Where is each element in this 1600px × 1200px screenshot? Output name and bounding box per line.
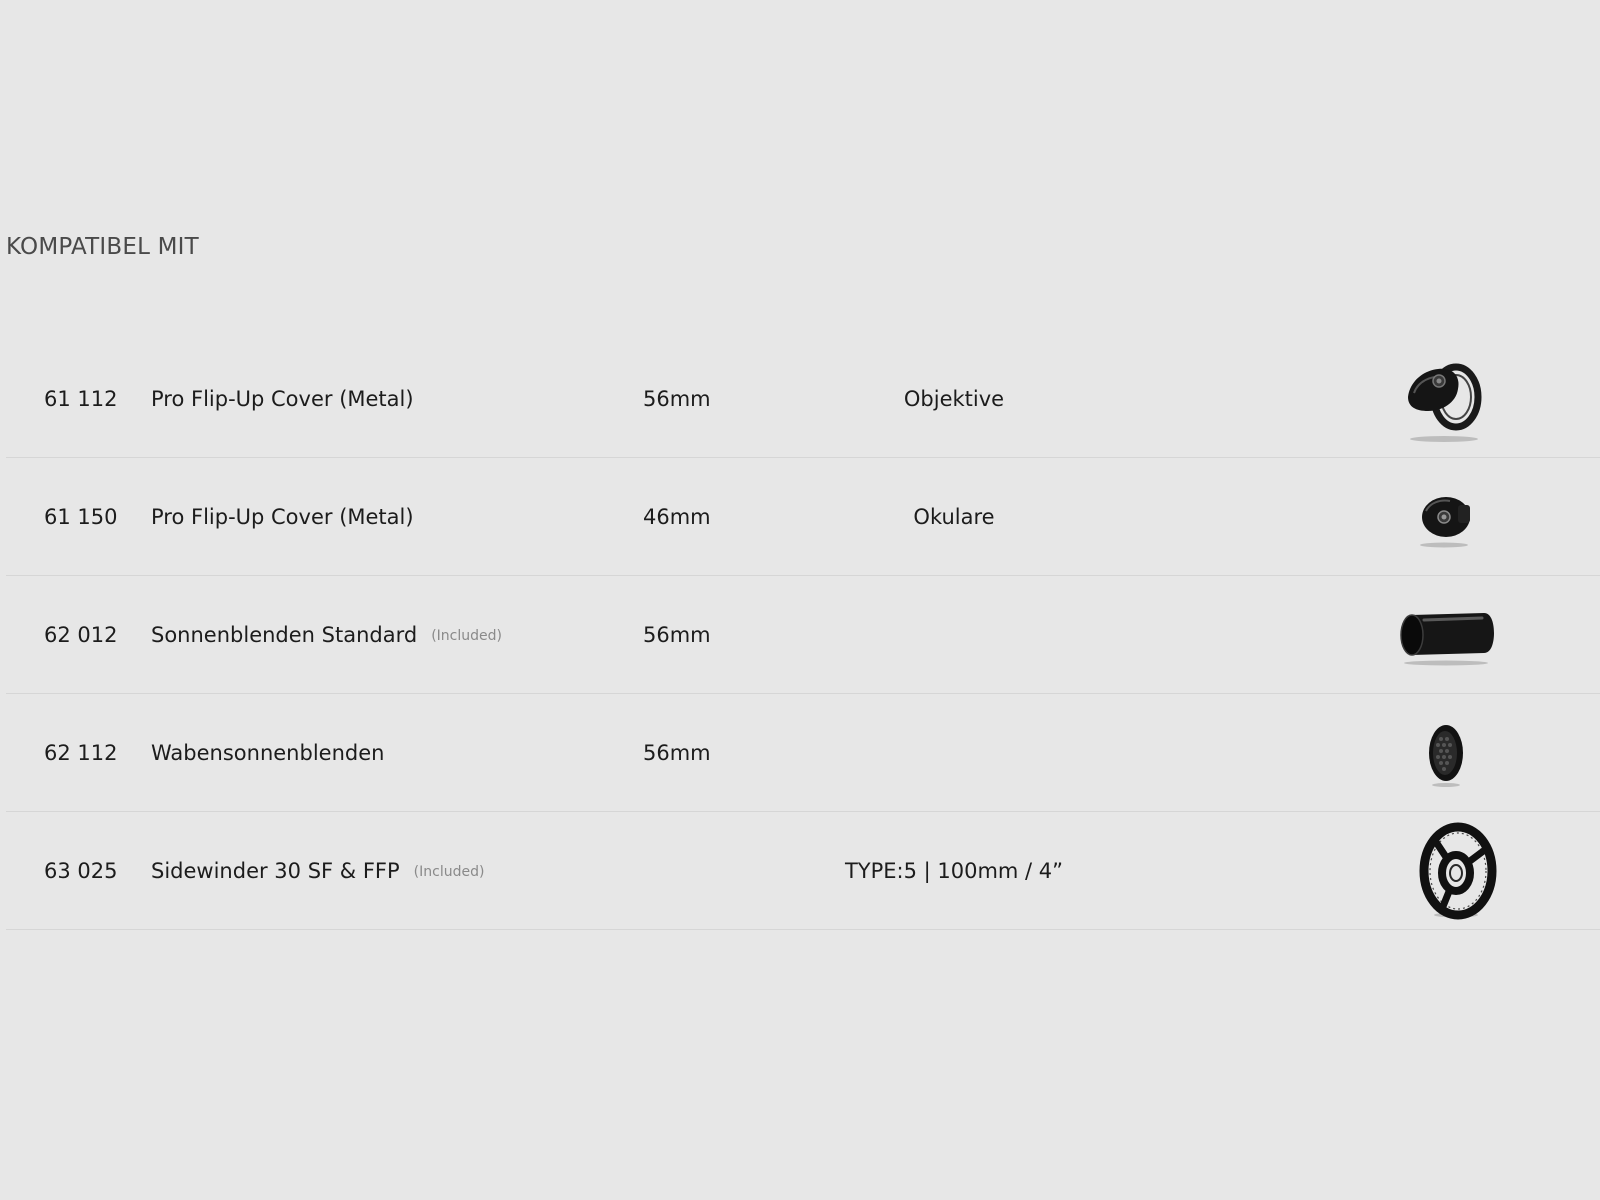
product-name: Sidewinder 30 SF & FFP (Included) bbox=[151, 858, 485, 883]
product-name: Pro Flip-Up Cover (Metal) bbox=[151, 386, 414, 411]
product-size: 46mm bbox=[643, 504, 711, 529]
product-size: 56mm bbox=[643, 740, 711, 765]
product-type: Objektive bbox=[903, 386, 1005, 411]
product-size: 56mm bbox=[643, 622, 711, 647]
product-name: Sonnenblenden Standard (Included) bbox=[151, 622, 502, 647]
product-type: Okulare bbox=[913, 504, 995, 529]
article-number: 61 112 bbox=[44, 386, 118, 411]
table-row: 61 112 Pro Flip-Up Cover (Metal) 56mm Ob… bbox=[6, 340, 1600, 458]
flip-up-cover-small-icon bbox=[1384, 467, 1500, 567]
flip-up-cover-large-icon bbox=[1384, 349, 1500, 449]
table-row: 61 150 Pro Flip-Up Cover (Metal) 46mm Ok… bbox=[6, 458, 1600, 576]
article-number: 61 150 bbox=[44, 504, 118, 529]
included-note: (Included) bbox=[431, 627, 502, 644]
article-number: 62 012 bbox=[44, 622, 118, 647]
table-row: 63 025 Sidewinder 30 SF & FFP (Included) … bbox=[6, 812, 1600, 930]
product-size: 56mm bbox=[643, 386, 711, 411]
page-title: KOMPATIBEL MIT bbox=[6, 234, 199, 260]
accessory-table: 61 112 Pro Flip-Up Cover (Metal) 56mm Ob… bbox=[6, 340, 1600, 930]
sidewinder-wheel-icon bbox=[1384, 821, 1500, 921]
article-number: 63 025 bbox=[44, 858, 118, 883]
article-number: 62 112 bbox=[44, 740, 118, 765]
product-name: Pro Flip-Up Cover (Metal) bbox=[151, 504, 414, 529]
product-name: Wabensonnenblenden bbox=[151, 740, 385, 765]
sunshade-tube-icon bbox=[1384, 585, 1500, 685]
table-row: 62 012 Sonnenblenden Standard (Included) … bbox=[6, 576, 1600, 694]
product-type: TYPE:5 | 100mm / 4” bbox=[844, 858, 1064, 883]
honeycomb-filter-icon bbox=[1384, 703, 1500, 803]
table-row: 62 112 Wabensonnenblenden 56mm bbox=[6, 694, 1600, 812]
included-note: (Included) bbox=[413, 863, 485, 880]
